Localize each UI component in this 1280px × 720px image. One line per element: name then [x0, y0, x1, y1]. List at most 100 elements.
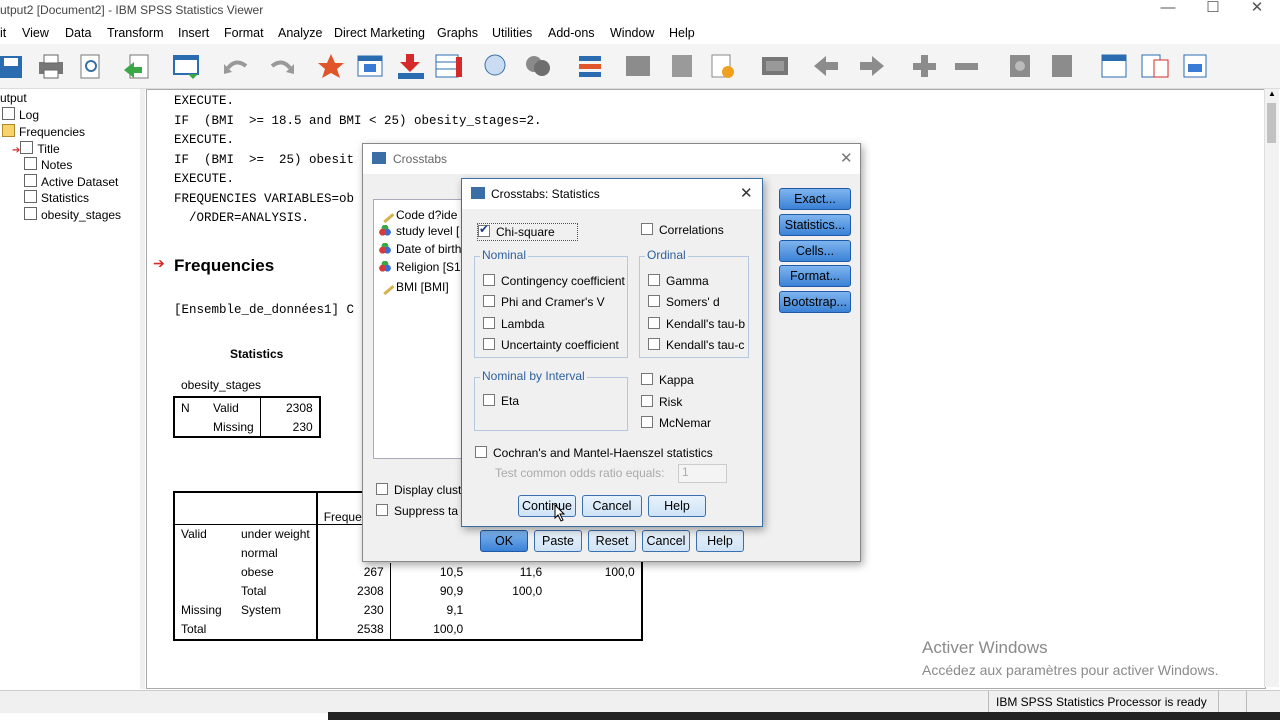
continue-button[interactable]: Continue [518, 495, 576, 517]
vertical-scrollbar[interactable]: ▲ [1264, 89, 1279, 687]
menu-view[interactable]: View [22, 26, 49, 40]
menu-data[interactable]: Data [65, 26, 91, 40]
phi-cramers-v-checkbox[interactable]: Phi and Cramer's V [483, 295, 605, 309]
page-icon[interactable] [668, 52, 698, 80]
scrollbar-thumb[interactable] [1267, 103, 1276, 143]
collapse-icon[interactable] [952, 52, 982, 80]
lambda-checkbox[interactable]: Lambda [483, 317, 544, 331]
menu-graphs[interactable]: Graphs [437, 26, 478, 40]
variables-icon[interactable] [434, 52, 464, 80]
bootstrap-button[interactable]: Bootstrap... [779, 291, 851, 313]
cochran-mantel-haenszel-checkbox[interactable]: Cochran's and Mantel-Haenszel statistics [475, 446, 713, 460]
tree-node-notes[interactable]: Notes [24, 157, 72, 172]
windows-taskbar [328, 712, 1280, 720]
forward-arrow-icon[interactable] [856, 52, 886, 80]
tree-node-log[interactable]: Log [2, 107, 39, 122]
odds-ratio-input[interactable]: 1 [678, 464, 727, 483]
maximize-button[interactable]: ☐ [1190, 0, 1236, 22]
insert-object-icon[interactable] [708, 52, 738, 80]
mcnemar-checkbox[interactable]: McNemar [641, 416, 711, 430]
risk-checkbox[interactable]: Risk [641, 395, 682, 409]
cancel-button[interactable]: Cancel [642, 530, 690, 552]
statistics-button[interactable]: Statistics... [779, 214, 851, 236]
hide-icon[interactable] [760, 52, 790, 80]
use-sets-icon[interactable] [524, 52, 554, 80]
cells-button[interactable]: Cells... [779, 240, 851, 262]
export-icon[interactable] [122, 52, 152, 80]
menu-analyze[interactable]: Analyze [278, 26, 322, 40]
list-item[interactable]: study level [ [379, 224, 459, 238]
menu-help[interactable]: Help [669, 26, 695, 40]
minimize-button[interactable]: — [1145, 0, 1191, 22]
close-window-button[interactable]: ✕ [1234, 0, 1280, 22]
list-item[interactable]: Date of birth [379, 242, 461, 256]
tree-node-obesity-stages[interactable]: obesity_stages [24, 207, 121, 222]
menu-transform[interactable]: Transform [107, 26, 164, 40]
folder-icon [2, 124, 15, 137]
back-arrow-icon[interactable] [812, 52, 842, 80]
kendalls-tau-b-checkbox[interactable]: Kendall's tau-b [648, 317, 745, 331]
format-button[interactable]: Format... [779, 265, 851, 287]
list-item[interactable]: Code d?ide [375, 203, 457, 224]
list-item[interactable]: Religion [S1 [379, 260, 461, 274]
save-icon[interactable] [0, 52, 30, 80]
display-clustered-checkbox[interactable]: Display clust [376, 483, 461, 497]
menu-utilities[interactable]: Utilities [492, 26, 532, 40]
goto-variable-icon[interactable] [396, 52, 426, 80]
show-all-variables-icon[interactable] [482, 52, 512, 80]
goto-data-icon[interactable] [316, 52, 346, 80]
contingency-coefficient-checkbox[interactable]: Contingency coefficient [483, 274, 625, 288]
stats-cancel-button[interactable]: Cancel [582, 495, 642, 517]
close-icon[interactable]: ✕ [840, 149, 853, 167]
show-icon[interactable] [1006, 52, 1036, 80]
redo-icon[interactable] [266, 52, 296, 80]
stats-help-button[interactable]: Help [648, 495, 706, 517]
create-title-icon[interactable] [1100, 52, 1130, 80]
tree-root[interactable]: utput [0, 91, 27, 105]
nominal-by-interval-label: Nominal by Interval [480, 369, 587, 383]
checkbox-box [483, 394, 495, 406]
chi-square-checkbox[interactable]: ✔ Chi-square [477, 222, 578, 241]
undo-icon[interactable] [222, 52, 252, 80]
close-icon[interactable]: ✕ [740, 184, 753, 202]
menu-window[interactable]: Window [610, 26, 654, 40]
checkbox-box: ✔ [478, 222, 490, 237]
menu-format[interactable]: Format [224, 26, 264, 40]
gamma-checkbox[interactable]: Gamma [648, 274, 709, 288]
reset-button[interactable]: Reset [588, 530, 636, 552]
somers-d-checkbox[interactable]: Somers' d [648, 295, 720, 309]
expand-icon[interactable] [910, 52, 940, 80]
menu-direct-marketing[interactable]: Direct Marketing [334, 26, 425, 40]
menu-addons[interactable]: Add-ons [548, 26, 595, 40]
recall-dialog-icon[interactable] [172, 52, 202, 80]
help-button[interactable]: Help [696, 530, 744, 552]
spelling-icon[interactable] [575, 52, 605, 80]
kendalls-tau-c-checkbox[interactable]: Kendall's tau-c [648, 338, 744, 352]
designate-window-icon[interactable] [624, 52, 654, 80]
scroll-up-icon[interactable]: ▲ [1265, 89, 1279, 101]
print-preview-icon[interactable] [76, 52, 106, 80]
paste-button[interactable]: Paste [534, 530, 582, 552]
eta-checkbox[interactable]: Eta [483, 394, 519, 408]
hide-output-icon[interactable] [1048, 52, 1078, 80]
ok-button[interactable]: OK [480, 530, 528, 552]
tree-node-frequencies[interactable]: Frequencies [2, 124, 85, 139]
exact-button[interactable]: Exact... [779, 188, 851, 210]
syntax-line: FREQUENCIES VARIABLES=ob [174, 192, 355, 206]
kappa-checkbox[interactable]: Kappa [641, 373, 694, 387]
print-icon[interactable] [36, 52, 66, 80]
list-item[interactable]: BMI [BMI] [375, 275, 449, 296]
tree-node-active-dataset[interactable]: Active Dataset [24, 174, 118, 189]
pane-splitter[interactable] [140, 89, 145, 689]
tree-node-title[interactable]: ➔ Title [12, 141, 60, 156]
goto-case-icon[interactable] [356, 52, 386, 80]
menu-insert[interactable]: Insert [178, 26, 209, 40]
uncertainty-coefficient-checkbox[interactable]: Uncertainty coefficient [483, 338, 619, 352]
tree-node-statistics[interactable]: Statistics [24, 190, 89, 205]
suppress-tables-checkbox[interactable]: Suppress ta [376, 504, 458, 518]
correlations-checkbox[interactable]: Correlations [641, 223, 724, 237]
create-text-icon[interactable] [1140, 52, 1170, 80]
insert-heading-icon[interactable] [1180, 52, 1210, 80]
menu-edit[interactable]: it [0, 26, 6, 40]
variable-list[interactable]: Code d?ide study level [ Date of birth R… [373, 199, 467, 459]
